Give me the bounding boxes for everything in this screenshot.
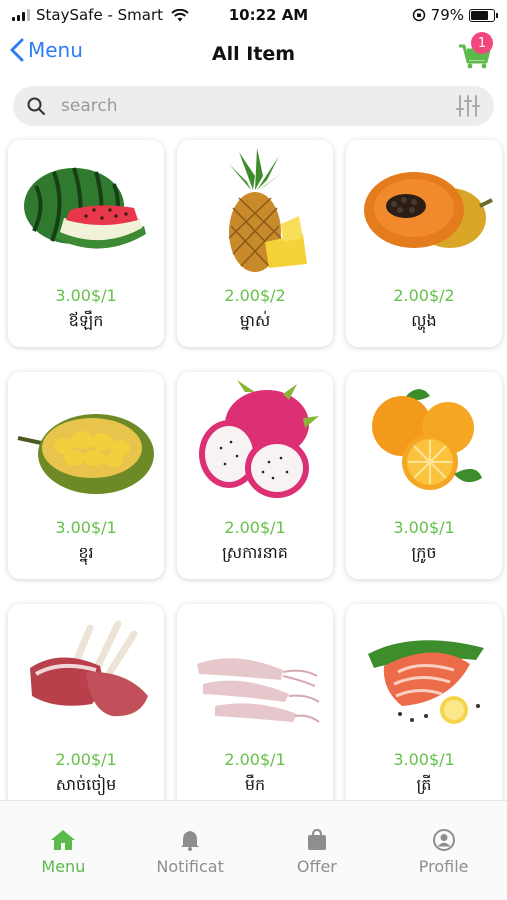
back-button-label: Menu (28, 38, 83, 62)
lamb-rack-icon (30, 620, 148, 717)
pineapple-icon (228, 148, 307, 272)
jackfruit-icon (17, 414, 154, 494)
tab-menu[interactable]: Menu (8, 829, 118, 900)
orientation-lock-icon (412, 8, 425, 22)
product-card-orange[interactable]: 3.00$/1 ក្រូច (346, 372, 502, 579)
product-name: ម្នាស់ (239, 311, 271, 330)
orange-icon (372, 389, 482, 490)
product-name: ល្ហុង (411, 311, 437, 330)
product-card-dragon-fruit[interactable]: 2.00$/1 ស្រការនាគ (177, 372, 333, 579)
cart-count-badge: 1 (471, 32, 493, 54)
tab-label: Profile (418, 857, 469, 876)
filter-sliders-icon[interactable] (456, 95, 480, 117)
product-price: 2.00$/1 (224, 518, 286, 537)
product-price: 2.00$/2 (224, 286, 286, 305)
chevron-left-icon (10, 38, 24, 62)
watermelon-icon (24, 167, 146, 249)
product-card-jackfruit[interactable]: 3.00$/1 ខ្នុរ (8, 372, 164, 579)
battery-icon (469, 8, 498, 22)
search-bar (13, 86, 494, 126)
product-name: ខ្នុរ (78, 543, 94, 562)
bottom-tab-bar: Menu Notificat Offer Profile (0, 800, 507, 900)
home-icon (51, 830, 76, 850)
product-card-watermelon[interactable]: 3.00$/1 ឪឡឹក (8, 140, 164, 347)
cart-button[interactable]: 1 (457, 32, 493, 70)
tab-label: Offer (296, 857, 337, 876)
product-price: 3.00$/1 (393, 518, 455, 537)
product-name: ស្រការនាគ (222, 543, 288, 562)
product-price: 2.00$/2 (393, 286, 455, 305)
profile-icon (432, 829, 455, 851)
product-price: 3.00$/1 (393, 750, 455, 769)
navigation-bar: Menu All Item 1 (0, 30, 507, 78)
salmon-icon (368, 640, 484, 724)
product-name: ត្រី (416, 775, 432, 794)
product-card-papaya[interactable]: 2.00$/2 ល្ហុង (346, 140, 502, 347)
status-time: 10:22 AM (228, 6, 309, 24)
shopping-bag-icon (307, 829, 326, 850)
tab-label: Notificat (156, 857, 224, 876)
product-price: 2.00$/1 (55, 750, 117, 769)
product-name: មឹក (244, 775, 266, 794)
tab-notifications[interactable]: Notificat (135, 829, 245, 900)
battery-percent: 79% (430, 6, 464, 24)
product-card-salmon[interactable]: 3.00$/1 ត្រី (346, 604, 502, 811)
squid-icon (197, 658, 320, 723)
search-input[interactable] (61, 96, 456, 116)
dragon-fruit-icon (199, 380, 319, 498)
tab-label: Menu (41, 857, 86, 876)
bell-icon (181, 831, 200, 851)
product-grid: 3.00$/1 ឪឡឹក 2.00$/2 ម្នាស់ 2.00$/2 ល្ហុ… (8, 140, 502, 811)
search-icon (27, 97, 45, 115)
product-price: 3.00$/1 (55, 518, 117, 537)
tab-profile[interactable]: Profile (389, 829, 499, 900)
back-button[interactable]: Menu (10, 38, 83, 62)
product-price: 3.00$/1 (55, 286, 117, 305)
papaya-icon (364, 172, 493, 248)
signal-icon (12, 9, 30, 21)
product-card-squid[interactable]: 2.00$/1 មឹក (177, 604, 333, 811)
product-price: 2.00$/1 (224, 750, 286, 769)
carrier-name: StaySafe - Smart (36, 6, 164, 24)
status-bar: StaySafe - Smart 10:22 AM 79% (0, 0, 507, 30)
product-name: ក្រូច (411, 543, 437, 562)
product-name: សាច់ចៀម (55, 775, 117, 794)
tab-offer[interactable]: Offer (262, 829, 372, 900)
product-name: ឪឡឹក (68, 311, 104, 330)
product-card-pineapple[interactable]: 2.00$/2 ម្នាស់ (177, 140, 333, 347)
product-card-lamb[interactable]: 2.00$/1 សាច់ចៀម (8, 604, 164, 811)
